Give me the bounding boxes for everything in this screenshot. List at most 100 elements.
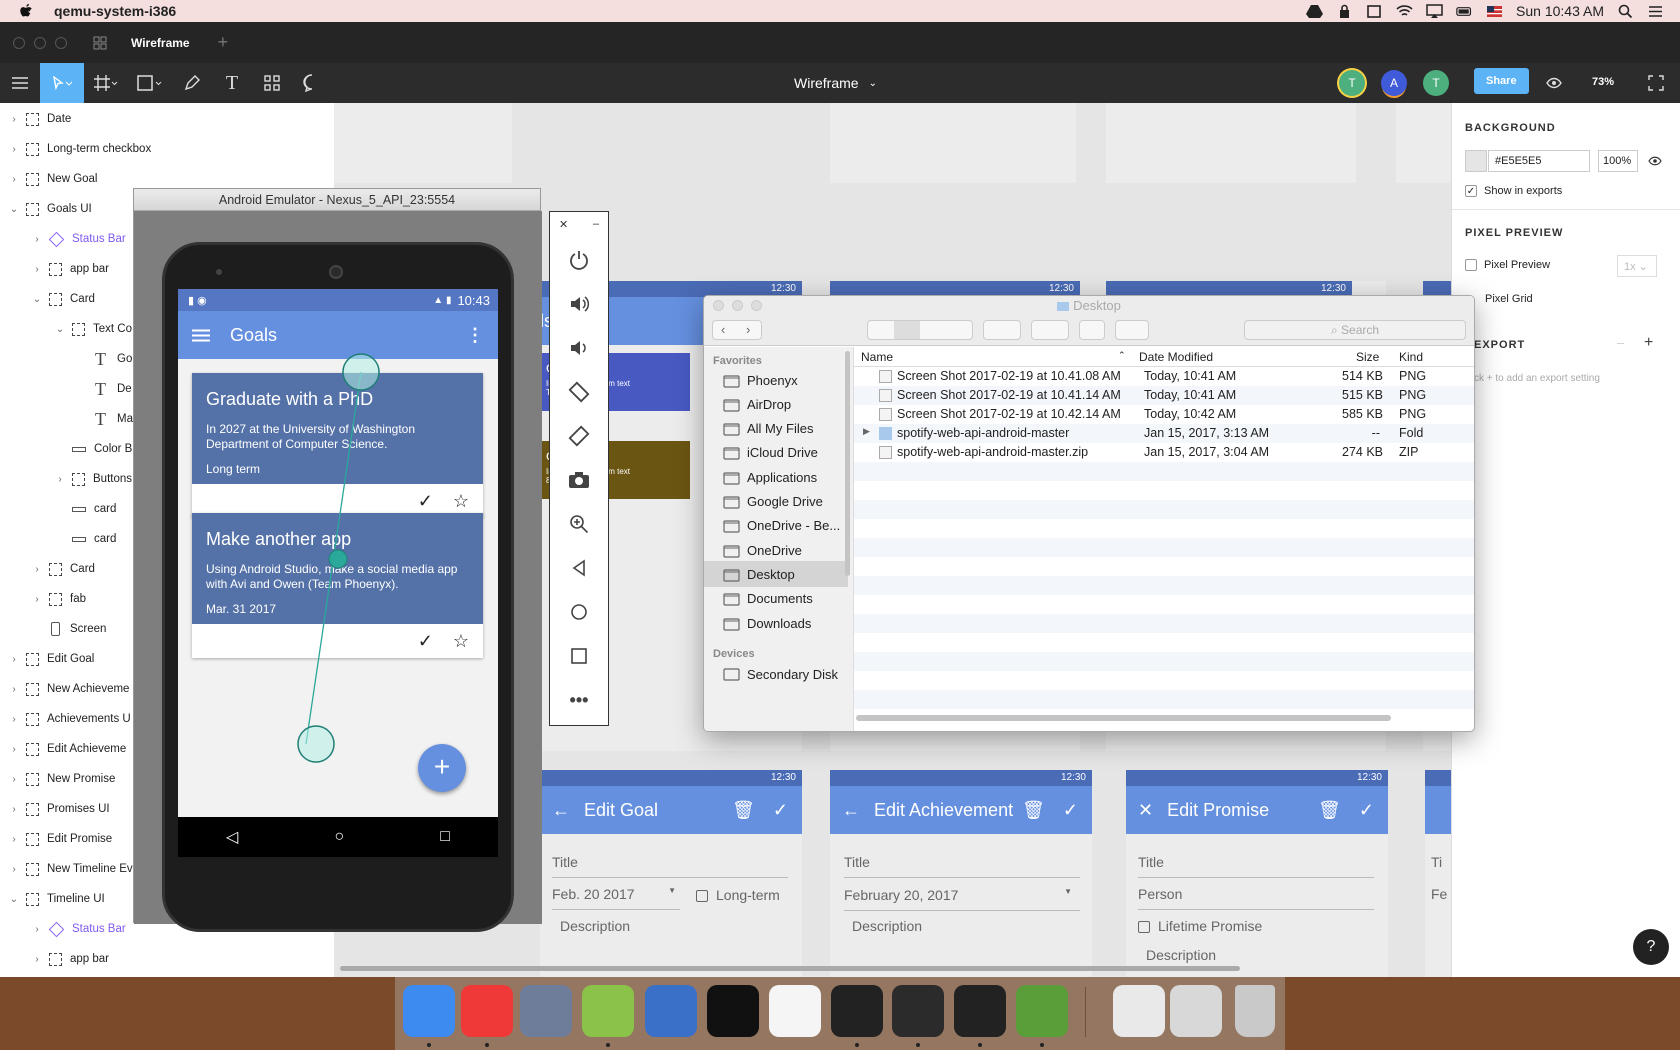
visibility-eye-icon[interactable] [1648, 156, 1662, 166]
sidebar-item[interactable]: OneDrive - Be... [704, 513, 848, 539]
long-term-checkbox[interactable]: Long-term [696, 887, 780, 903]
search-input[interactable]: ⌕ Search [1244, 320, 1466, 340]
android-studio-dock-icon[interactable] [582, 985, 634, 1037]
lifetime-promise-checkbox[interactable]: Lifetime Promise [1138, 918, 1262, 934]
disclosure-triangle-icon[interactable]: ▶ [863, 426, 870, 437]
expand-caret-icon[interactable]: › [31, 924, 43, 935]
description-field[interactable]: Description [1146, 947, 1216, 963]
sidebar-item[interactable]: AirDrop [704, 391, 848, 417]
list-view-icon[interactable] [894, 321, 920, 339]
file-row[interactable]: Screen Shot 2017-02-19 at 10.42.14 AM Tod… [854, 405, 1474, 424]
trash-icon[interactable]: 🗑 [1022, 800, 1045, 821]
expand-caret-icon[interactable]: › [8, 774, 20, 785]
layer-row[interactable]: › Buttons [54, 464, 132, 494]
pixel-scale-select[interactable]: 1x ⌄ [1617, 255, 1657, 277]
comment-icon[interactable] [292, 63, 332, 103]
expand-caret-icon[interactable]: ⌄ [54, 324, 66, 335]
pixel-preview-checkbox[interactable]: Pixel Preview [1465, 259, 1550, 271]
file-row[interactable]: ▶ spotify-web-api-android-master Jan 15, 2… [854, 424, 1474, 443]
slack-dock-icon[interactable] [769, 985, 821, 1037]
expand-caret-icon[interactable]: ⌄ [31, 294, 43, 305]
sidebar-item[interactable]: Desktop [704, 561, 848, 588]
title-field[interactable]: Title [1138, 854, 1374, 878]
expand-caret-icon[interactable]: › [8, 714, 20, 725]
power-icon[interactable] [550, 238, 608, 282]
horizontal-scrollbar[interactable] [340, 966, 1240, 971]
components-icon[interactable] [252, 63, 292, 103]
airplay-icon[interactable] [1426, 3, 1443, 19]
expand-caret-icon[interactable]: › [8, 744, 20, 755]
layer-row[interactable]: › Date [8, 104, 71, 134]
artboard[interactable] [830, 103, 1076, 183]
forward-arrow-icon[interactable]: › [746, 322, 750, 337]
zoom-level[interactable]: 73% [1592, 76, 1614, 88]
new-tab-button[interactable]: + [218, 32, 229, 53]
expand-caret-icon[interactable]: › [54, 474, 66, 485]
layer-row[interactable]: card [54, 524, 116, 554]
background-opacity-input[interactable]: 100% [1598, 150, 1638, 172]
volume-down-icon[interactable] [550, 326, 608, 370]
add-export-icon[interactable]: + [1644, 334, 1653, 352]
layer-row[interactable]: ⌄ Text Co [54, 314, 132, 344]
description-field[interactable]: Description [560, 918, 630, 934]
background-color-swatch[interactable] [1465, 150, 1487, 172]
github-desktop-dock-icon[interactable] [892, 985, 944, 1037]
check-icon[interactable]: ✓ [1359, 800, 1374, 821]
minimize-window-button[interactable] [732, 300, 743, 311]
artboard-edit-promise[interactable]: 12:30 ✕ Edit Promise 🗑 ✓ Title Person Lifet… [1126, 770, 1388, 977]
home-nav-icon[interactable]: ○ [334, 828, 344, 846]
checkbox-icon[interactable] [1465, 259, 1477, 271]
grid-icon[interactable] [93, 36, 107, 50]
layer-row[interactable]: › Long-term checkbox [8, 134, 151, 164]
zoom-window-button[interactable] [751, 300, 762, 311]
camera-icon[interactable] [550, 458, 608, 502]
close-icon[interactable]: ✕ [559, 218, 568, 238]
show-in-exports-checkbox[interactable]: ✓ Show in exports [1465, 185, 1562, 197]
expand-caret-icon[interactable]: › [31, 564, 43, 575]
trash-dock-icon[interactable] [1235, 985, 1275, 1037]
remove-export-icon[interactable]: – [1617, 335, 1624, 350]
avatar[interactable]: T [1423, 70, 1449, 96]
view-mode-buttons[interactable] [867, 320, 973, 340]
file-row[interactable]: Screen Shot 2017-02-19 at 10.41.08 AM Tod… [854, 367, 1474, 386]
phone-screen[interactable]: ▮ ◉ ▲ ▮ 10:43 Goals ⋮ Graduate with a PhD I… [178, 289, 498, 857]
layer-row[interactable]: › New Goal [8, 164, 98, 194]
trash-icon[interactable]: 🗑 [732, 800, 755, 821]
layer-row[interactable]: › New Achieveme [8, 674, 129, 704]
rectangle-tool-icon[interactable] [128, 63, 172, 103]
layer-row[interactable]: › Status Bar [31, 224, 126, 254]
help-button[interactable]: ? [1633, 929, 1669, 965]
date-column-header[interactable]: Date Modified [1139, 350, 1213, 364]
pixel-grid-label[interactable]: Pixel Grid [1485, 293, 1533, 305]
sidebar-item[interactable]: Applications [704, 464, 848, 490]
layer-row[interactable]: › Promises UI [8, 794, 110, 824]
fullscreen-icon[interactable] [1648, 75, 1664, 91]
volume-up-icon[interactable] [550, 282, 608, 326]
hamburger-menu-icon[interactable] [0, 63, 40, 103]
expand-caret-icon[interactable]: › [8, 114, 20, 125]
home-icon[interactable] [550, 590, 608, 634]
expand-caret-icon[interactable]: › [31, 234, 43, 245]
artboard[interactable]: Ti Fe [1425, 770, 1451, 977]
wifi-icon[interactable] [1396, 4, 1413, 19]
document-title[interactable]: Wireframe [794, 75, 859, 91]
checkbox-icon[interactable] [696, 890, 708, 903]
launchpad-dock-icon[interactable] [520, 985, 572, 1037]
pen-tool-icon[interactable] [172, 63, 212, 103]
avatar[interactable]: T [1339, 70, 1365, 96]
google-drive-icon[interactable] [1306, 4, 1324, 19]
minimize-icon[interactable]: – [593, 218, 599, 238]
layer-row[interactable]: › Edit Achieveme [8, 734, 126, 764]
sidebar-item[interactable]: All My Files [704, 416, 848, 442]
artboard-edit-goal[interactable]: 12:30 ← Edit Goal 🗑 ✓ Title Feb. 20 2017 ▼ L… [540, 770, 802, 977]
app-name[interactable]: qemu-system-i386 [54, 3, 176, 19]
share-icon[interactable] [1079, 320, 1105, 340]
sidebar-item[interactable]: Downloads [704, 610, 848, 636]
artboard-edit-achievement[interactable]: 12:30 ← Edit Achievement 🗑 ✓ Title February… [830, 770, 1092, 977]
tab-wireframe[interactable]: Wireframe [131, 36, 190, 50]
back-arrow-icon[interactable]: ← [552, 800, 570, 821]
checkbox-icon[interactable] [1138, 921, 1150, 934]
expand-caret-icon[interactable]: › [8, 864, 20, 875]
title-field[interactable]: Ti [1431, 854, 1442, 870]
expand-caret-icon[interactable]: › [31, 594, 43, 605]
